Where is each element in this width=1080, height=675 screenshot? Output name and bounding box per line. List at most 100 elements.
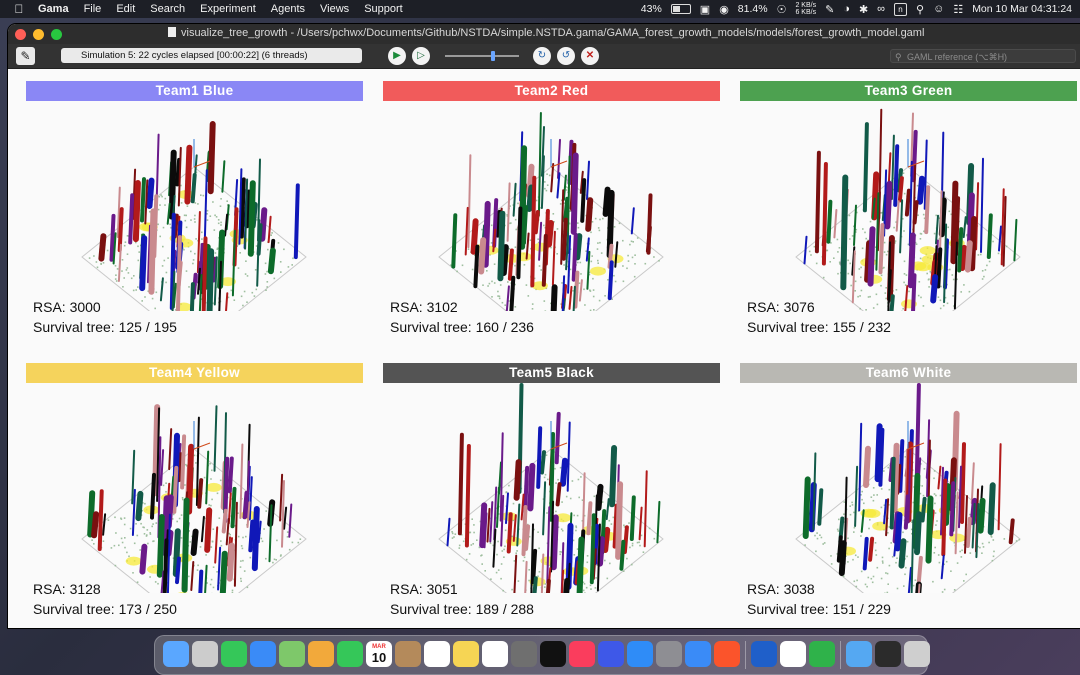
- speed-slider-knob[interactable]: [491, 51, 495, 61]
- forest-3d-view[interactable]: [26, 383, 363, 593]
- menu-file[interactable]: File: [84, 3, 102, 15]
- dock-grammarly-icon[interactable]: [780, 641, 806, 667]
- dock-numbers-icon[interactable]: [809, 641, 835, 667]
- dock-maps-icon[interactable]: [279, 641, 305, 667]
- menu-bar:  Gama File Edit Search Experiment Agent…: [0, 0, 1080, 18]
- dock-screen-recording-icon[interactable]: [875, 641, 901, 667]
- menu-views[interactable]: Views: [320, 3, 349, 15]
- simulation-status[interactable]: Simulation 5: 22 cycles elapsed [00:00:2…: [61, 48, 362, 63]
- gaml-reference-search[interactable]: ⚲ GAML reference (⌥⌘H): [890, 49, 1076, 63]
- cpu-usage[interactable]: 81.4%: [738, 3, 768, 15]
- dock-safari-icon[interactable]: [685, 641, 711, 667]
- minimize-window-button[interactable]: [33, 29, 44, 40]
- grass-dot: [107, 519, 110, 521]
- grass-dot: [960, 291, 962, 293]
- forest-3d-view[interactable]: [740, 383, 1077, 593]
- close-icon: ✕: [585, 50, 595, 61]
- grass-dot: [871, 581, 874, 584]
- apple-menu-icon[interactable]: : [12, 2, 26, 16]
- team-display-2[interactable]: Team2 Red RSA: 3102 Survival tree: 160 /…: [383, 81, 720, 353]
- cpu-icon[interactable]: ◉: [719, 3, 729, 16]
- grass-dot: [192, 259, 195, 261]
- dock-freeform-icon[interactable]: [482, 641, 508, 667]
- dock-reminders-icon[interactable]: [424, 641, 450, 667]
- reload-experiment-button[interactable]: ↻: [533, 47, 551, 65]
- dock-contacts-icon[interactable]: [395, 641, 421, 667]
- dock-facetime-icon[interactable]: [337, 641, 363, 667]
- menu-app-name[interactable]: Gama: [38, 3, 69, 15]
- dock-calendar-icon[interactable]: MAR 10: [366, 641, 392, 667]
- tree-trunk: [516, 206, 523, 280]
- relaunch-button[interactable]: ↺: [557, 47, 575, 65]
- step-button[interactable]: ▷: [412, 47, 430, 65]
- forest-3d-view[interactable]: [740, 101, 1077, 311]
- screen-mirroring-icon[interactable]: ▣: [700, 3, 710, 16]
- team-display-6[interactable]: Team6 White RSA: 3038 Survival tree: 151…: [740, 363, 1077, 628]
- dock-weverse-icon[interactable]: [598, 641, 624, 667]
- network-speed[interactable]: 2 KB/s 6 KB/s: [795, 2, 816, 16]
- grass-dot: [120, 517, 122, 520]
- bluetooth-icon[interactable]: ✱: [859, 3, 868, 16]
- battery-percent[interactable]: 43%: [641, 3, 662, 15]
- dock-app-store-icon[interactable]: [627, 641, 653, 667]
- runcat-icon[interactable]: ✎: [825, 3, 834, 16]
- team-display-3[interactable]: Team3 Green RSA: 3076 Survival tree: 155…: [740, 81, 1077, 353]
- menu-edit[interactable]: Edit: [116, 3, 135, 15]
- menu-search[interactable]: Search: [150, 3, 185, 15]
- tree-trunk: [897, 176, 904, 203]
- team-display-1[interactable]: Team1 Blue RSA: 3000 Survival tree: 125 …: [26, 81, 363, 353]
- menu-agents[interactable]: Agents: [271, 3, 305, 15]
- team-display-4[interactable]: Team4 Yellow RSA: 3128 Survival tree: 17…: [26, 363, 363, 628]
- tree-trunk: [190, 173, 197, 204]
- menu-support[interactable]: Support: [364, 3, 403, 15]
- dock-music-icon[interactable]: [569, 641, 595, 667]
- theme-icon[interactable]: ◑: [843, 3, 850, 15]
- battery-icon[interactable]: [670, 4, 691, 14]
- forest-3d-view[interactable]: [383, 383, 720, 593]
- tree-trunk: [589, 513, 596, 585]
- link-icon[interactable]: ∞: [877, 3, 885, 15]
- grass-dot: [613, 226, 616, 228]
- edit-model-button[interactable]: ✎: [16, 47, 35, 65]
- grass-dot: [185, 214, 187, 217]
- dock-finder-icon[interactable]: [163, 641, 189, 667]
- grass-dot: [525, 284, 528, 286]
- dock-downloads-icon[interactable]: [846, 641, 872, 667]
- dock-launchpad-icon[interactable]: [192, 641, 218, 667]
- grass-dot: [126, 267, 129, 269]
- spotlight-search-icon[interactable]: ⚲: [916, 3, 924, 16]
- speed-slider[interactable]: [445, 51, 519, 61]
- window-titlebar[interactable]: visualize_tree_growth - /Users/pchwx/Doc…: [8, 24, 1080, 44]
- forest-3d-view[interactable]: [383, 101, 720, 311]
- grass-dot: [188, 575, 190, 578]
- dock-tv-icon[interactable]: [540, 641, 566, 667]
- input-source-icon[interactable]: n: [894, 2, 908, 16]
- grass-dot: [178, 517, 181, 520]
- dock-photos-icon[interactable]: [308, 641, 334, 667]
- dock-word-icon[interactable]: [751, 641, 777, 667]
- tree-trunk: [977, 497, 986, 534]
- globe-icon[interactable]: ☉: [777, 3, 787, 16]
- menu-clock[interactable]: Mon 10 Mar 04:31:24: [972, 3, 1072, 15]
- dock-mail-icon[interactable]: [250, 641, 276, 667]
- grass-dot: [240, 560, 242, 562]
- dock-system-settings-icon[interactable]: [656, 641, 682, 667]
- control-center-icon[interactable]: ☷: [953, 3, 963, 16]
- menu-experiment[interactable]: Experiment: [200, 3, 256, 15]
- stop-button[interactable]: ✕: [581, 47, 599, 65]
- play-button[interactable]: ▶: [388, 47, 406, 65]
- zoom-window-button[interactable]: [51, 29, 62, 40]
- dock-messages-icon[interactable]: [221, 641, 247, 667]
- grass-dot: [937, 296, 940, 298]
- tree-trunk: [595, 483, 604, 511]
- forest-3d-view[interactable]: [26, 101, 363, 311]
- dock-brave-icon[interactable]: [714, 641, 740, 667]
- grass-dot: [538, 265, 541, 267]
- dock-iphone-mirroring-icon[interactable]: [511, 641, 537, 667]
- tree-trunk: [997, 443, 1002, 531]
- dock-trash-icon[interactable]: [904, 641, 930, 667]
- user-icon[interactable]: ☺: [933, 3, 944, 15]
- dock-notes-icon[interactable]: [453, 641, 479, 667]
- close-window-button[interactable]: [15, 29, 26, 40]
- team-display-5[interactable]: Team5 Black RSA: 3051 Survival tree: 189…: [383, 363, 720, 628]
